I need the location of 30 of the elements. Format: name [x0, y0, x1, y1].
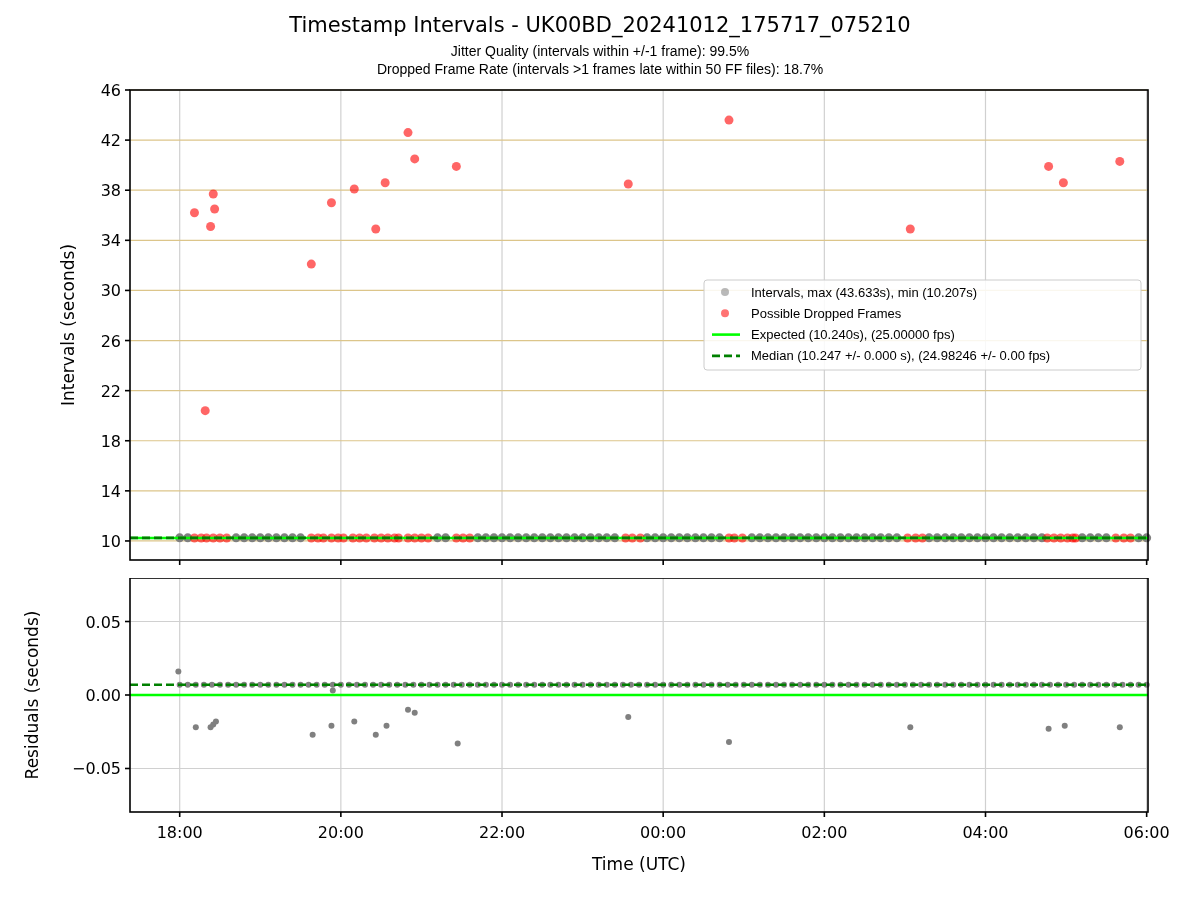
chart-subtitle: Dropped Frame Rate (intervals >1 frames late within 50 FF files): 18.7%	[376, 60, 824, 78]
x-tick-label: 06:00	[1123, 823, 1170, 842]
y-tick-label: 14	[100, 481, 121, 501]
y-axis-label: Intervals (seconds)	[58, 243, 78, 407]
y-tick-label: 46	[100, 81, 121, 100]
x-tick-label: 04:00	[962, 823, 1009, 842]
y-tick-label: 10	[100, 531, 121, 551]
y-tick-label: 18	[100, 431, 121, 451]
legend-label: Expected (10.240s), (25.00000 fps)	[751, 327, 955, 343]
chart-subtitle: Jitter Quality (intervals within +/-1 frame): 99.5%	[450, 42, 750, 60]
x-tick-label: 18:00	[156, 823, 203, 842]
x-tick-label: 20:00	[317, 823, 364, 842]
y-tick-label: 34	[100, 231, 121, 251]
x-tick-label: 02:00	[801, 823, 848, 842]
legend-label: Intervals, max (43.633s), min (10.207s)	[751, 284, 978, 300]
y-axis-label: Residuals (seconds)	[22, 610, 42, 780]
x-tick-label: 00:00	[640, 823, 687, 842]
y-tick-label: 42	[100, 131, 121, 151]
legend-label: Median (10.247 +/- 0.000 s), (24.98246 +/- 0.00 fps)	[751, 348, 1051, 364]
y-tick-label: −0.05	[71, 759, 121, 779]
y-tick-label: 22	[100, 381, 121, 401]
y-tick-label: 26	[100, 331, 121, 351]
legend-label: Possible Dropped Frames	[751, 305, 902, 321]
y-tick-label: 38	[100, 181, 121, 201]
x-tick-label: 22:00	[478, 823, 526, 842]
y-tick-label: 0.00	[85, 686, 121, 705]
y-tick-label: 30	[100, 281, 121, 301]
y-tick-label: 0.05	[85, 612, 121, 632]
chart-title: Timestamp Intervals - UK00BD_20241012_175717_075210	[289, 12, 911, 38]
x-axis-label: Time (UTC)	[592, 854, 686, 874]
